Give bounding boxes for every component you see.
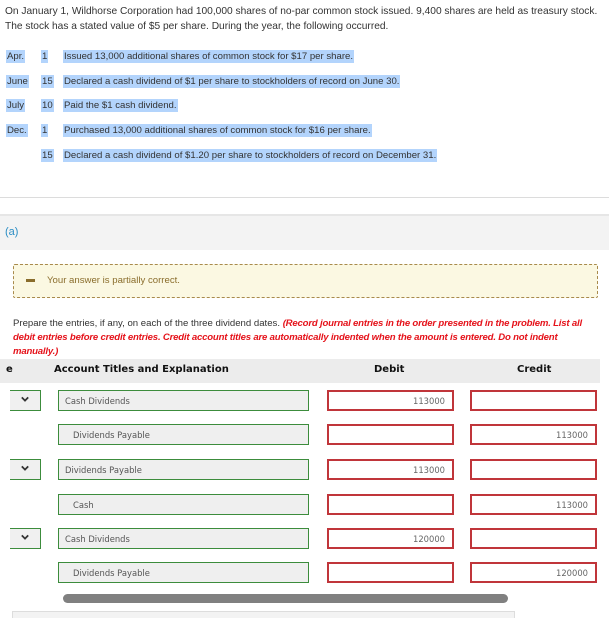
event-day: 1 (41, 124, 49, 137)
event-month: July (6, 99, 26, 112)
event-month: Apr. (6, 50, 26, 63)
event-month: June (6, 75, 29, 88)
part-label: (a) (5, 226, 19, 238)
chevron-down-icon (21, 534, 29, 540)
date-select[interactable] (10, 459, 41, 480)
account-field[interactable]: Cash (58, 494, 309, 515)
credit-field[interactable]: 120000 (470, 562, 597, 583)
instructions: Prepare the entries, if any, on each of … (13, 317, 603, 359)
header-debit: Debit (374, 364, 405, 375)
event-text: Declared a cash dividend of $1.20 per sh… (63, 149, 438, 162)
event-text: Declared a cash dividend of $1 per share… (63, 75, 401, 88)
credit-field[interactable] (470, 390, 597, 411)
event-text: Issued 13,000 additional shares of commo… (63, 50, 355, 63)
account-field[interactable]: Dividends Payable (58, 459, 309, 480)
account-field[interactable]: Dividends Payable (58, 562, 309, 583)
debit-field[interactable] (327, 424, 454, 445)
debit-field[interactable] (327, 562, 454, 583)
feedback-text: Your answer is partially correct. (47, 275, 180, 286)
bottom-panel (12, 611, 515, 618)
debit-field[interactable] (327, 494, 454, 515)
header-credit: Credit (517, 364, 552, 375)
event-text: Purchased 13,000 additional shares of co… (63, 124, 372, 137)
event-day: 15 (41, 149, 54, 162)
event-day: 15 (41, 75, 54, 88)
account-field[interactable]: Cash Dividends (58, 528, 309, 549)
account-field[interactable]: Cash Dividends (58, 390, 309, 411)
date-select[interactable] (10, 390, 41, 411)
section-divider (0, 197, 609, 198)
minus-icon (26, 279, 35, 282)
instructions-main: Prepare the entries, if any, on each of … (13, 318, 283, 329)
feedback-banner: Your answer is partially correct. (13, 264, 598, 298)
horizontal-scrollbar[interactable] (63, 594, 508, 603)
header-date: e (6, 364, 13, 375)
chevron-down-icon (21, 396, 29, 402)
credit-field[interactable]: 113000 (470, 424, 597, 445)
credit-field[interactable]: 113000 (470, 494, 597, 515)
event-text: Paid the $1 cash dividend. (63, 99, 178, 112)
chevron-down-icon (21, 465, 29, 471)
event-day: 1 (41, 50, 49, 63)
event-day: 10 (41, 99, 54, 112)
debit-field[interactable]: 120000 (327, 528, 454, 549)
event-month: Dec. (6, 124, 28, 137)
credit-field[interactable] (470, 459, 597, 480)
debit-field[interactable]: 113000 (327, 459, 454, 480)
problem-intro: On January 1, Wildhorse Corporation had … (5, 6, 598, 32)
account-field[interactable]: Dividends Payable (58, 424, 309, 445)
date-select[interactable] (10, 528, 41, 549)
journal-table-header: e Account Titles and Explanation Debit C… (0, 359, 600, 383)
debit-field[interactable]: 113000 (327, 390, 454, 411)
header-account: Account Titles and Explanation (54, 364, 229, 375)
credit-field[interactable] (470, 528, 597, 549)
part-header: (a) (0, 214, 609, 250)
